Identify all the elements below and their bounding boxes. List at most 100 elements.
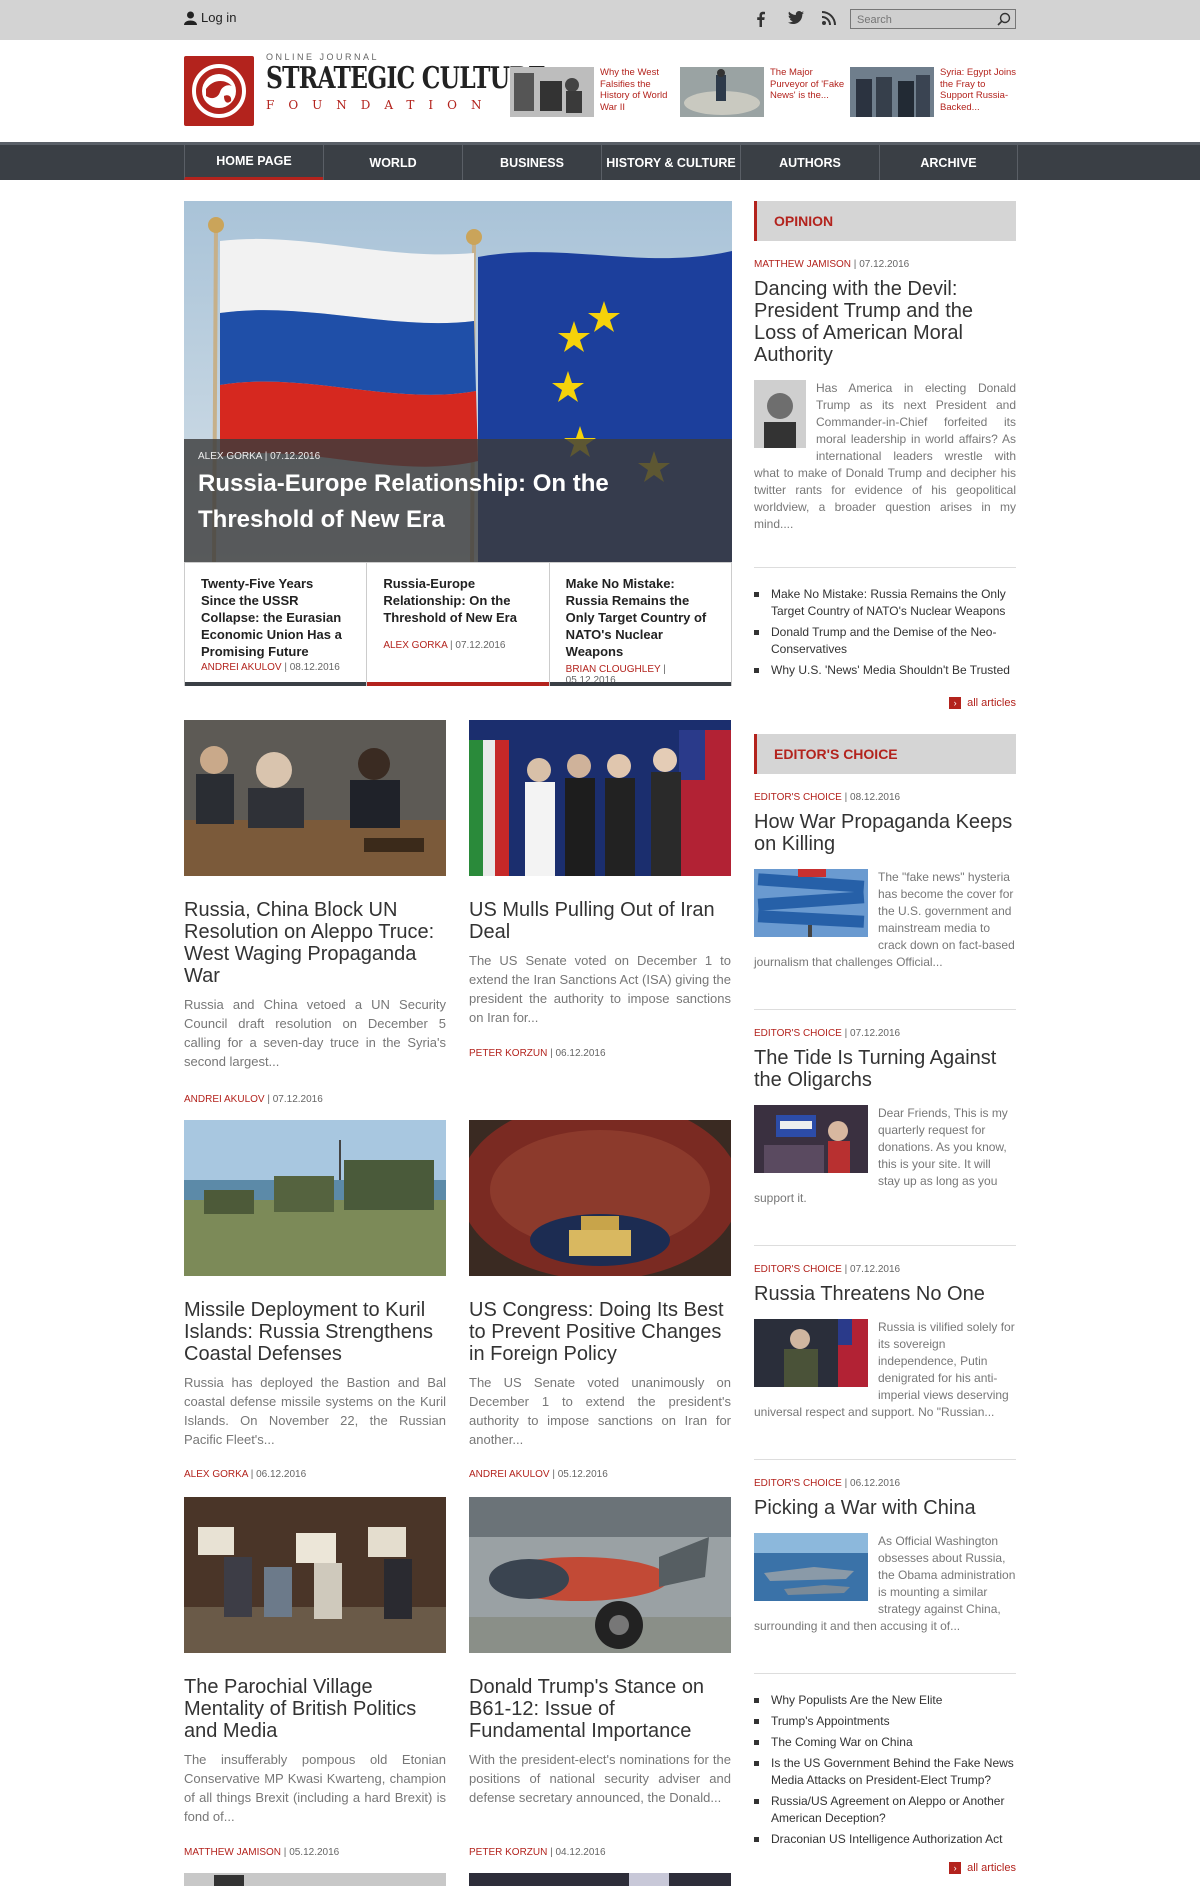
opinion-header[interactable]: OPINION (754, 201, 1016, 241)
editors-choice-header[interactable]: EDITOR'S CHOICE (754, 734, 1016, 774)
promo-title: Syria: Egypt Joins the Fray to Support R… (940, 67, 1017, 113)
editors-item-title[interactable]: The Tide Is Turning Against the Oligarch… (754, 1047, 1016, 1091)
editors-item[interactable]: EDITOR'S CHOICE | 07.12.2016 Russia Thre… (754, 1264, 1016, 1421)
featured-sub-articles: Twenty-Five Years Since the USSR Collaps… (184, 562, 732, 686)
chevron-right-icon: › (949, 1862, 962, 1874)
editors-item[interactable]: EDITOR'S CHOICE | 07.12.2016 The Tide Is… (754, 1028, 1016, 1207)
editors-link[interactable]: The Coming War on China (754, 1734, 1016, 1751)
promo-item[interactable]: The Major Purveyor of 'Fake News' is the… (680, 67, 850, 117)
opinion-author[interactable]: MATTHEW JAMISON (754, 259, 851, 270)
search-input[interactable] (851, 11, 991, 29)
promo-thumbnail (510, 67, 594, 117)
editors-item-title[interactable]: Russia Threatens No One (754, 1283, 1016, 1305)
opinion-date: 07.12.2016 (859, 259, 910, 270)
sub-article-date: 07.12.2016 (455, 640, 506, 651)
opinion-link[interactable]: Why U.S. 'News' Media Shouldn't Be Trust… (754, 662, 1016, 679)
editors-item-meta: EDITOR'S CHOICE | 07.12.2016 (754, 1028, 901, 1039)
article-title[interactable]: US Congress: Doing Its Best to Prevent P… (469, 1299, 731, 1365)
sub-article[interactable]: Twenty-Five Years Since the USSR Collaps… (185, 563, 368, 686)
hero-meta: ALEX GORKA | 07.12.2016 (198, 451, 321, 462)
article-title[interactable]: Russia, China Block UN Resolution on Ale… (184, 899, 446, 987)
editors-link[interactable]: Is the US Government Behind the Fake New… (754, 1755, 1016, 1789)
article-card[interactable]: Donald Trump's Stance on B61-12: Issue o… (469, 1497, 731, 1858)
article-author[interactable]: ANDREI AKULOV (469, 1469, 550, 1480)
login-link[interactable]: Log in (184, 10, 236, 25)
all-articles-label: all articles (967, 697, 1016, 709)
article-meta: ANDREI AKULOV | 07.12.2016 (184, 1094, 323, 1105)
editors-link[interactable]: Russia/US Agreement on Aleppo or Another… (754, 1793, 1016, 1827)
editors-all-articles[interactable]: › all articles (754, 1862, 1016, 1874)
editors-item-image (754, 1105, 868, 1173)
editors-item-date: 07.12.2016 (850, 1028, 901, 1039)
user-icon (184, 11, 197, 25)
editors-item-date: 08.12.2016 (850, 792, 901, 803)
editors-item[interactable]: EDITOR'S CHOICE | 06.12.2016 Picking a W… (754, 1478, 1016, 1635)
article-date: 05.12.2016 (289, 1847, 340, 1858)
facebook-icon[interactable] (756, 11, 766, 27)
sub-article-author[interactable]: ANDREI AKULOV (201, 662, 282, 673)
article-card[interactable]: Russia, China Block UN Resolution on Ale… (184, 720, 446, 1105)
article-title[interactable]: The Parochial Village Mentality of Briti… (184, 1676, 446, 1742)
sub-article-author[interactable]: BRIAN CLOUGHLEY (566, 664, 661, 675)
promo-item[interactable]: Why the West Falsifies the History of Wo… (510, 67, 680, 117)
sub-article-title[interactable]: Twenty-Five Years Since the USSR Collaps… (201, 575, 350, 660)
sub-article-author[interactable]: ALEX GORKA (383, 640, 447, 651)
nav-home[interactable]: HOME PAGE (184, 145, 323, 180)
hero-title[interactable]: Russia-Europe Relationship: On the Thres… (198, 466, 718, 538)
article-author[interactable]: ANDREI AKULOV (184, 1094, 265, 1105)
article-title[interactable]: Donald Trump's Stance on B61-12: Issue o… (469, 1676, 731, 1742)
article-author[interactable]: PETER KORZUN (469, 1048, 547, 1059)
article-title[interactable]: US Mulls Pulling Out of Iran Deal (469, 899, 731, 943)
article-author[interactable]: PETER KORZUN (469, 1847, 547, 1858)
opinion-all-articles[interactable]: › all articles (754, 697, 1016, 709)
hero-article[interactable]: ALEX GORKA | 07.12.2016 Russia-Europe Re… (184, 201, 732, 562)
article-excerpt: Russia and China vetoed a UN Security Co… (184, 997, 446, 1069)
nav-business[interactable]: BUSINESS (462, 145, 601, 180)
editors-item-title[interactable]: Picking a War with China (754, 1497, 1016, 1519)
editors-item-date: 06.12.2016 (850, 1478, 901, 1489)
article-card[interactable]: The Parochial Village Mentality of Briti… (184, 1497, 446, 1858)
article-card[interactable]: US Congress: Doing Its Best to Prevent P… (460, 1100, 740, 1480)
editors-link[interactable]: Why Populists Are the New Elite (754, 1692, 1016, 1709)
search-icon[interactable] (997, 12, 1011, 26)
opinion-title[interactable]: Dancing with the Devil: President Trump … (754, 278, 1016, 366)
article-author[interactable]: MATTHEW JAMISON (184, 1847, 281, 1858)
sub-article[interactable]: Russia-Europe Relationship: On the Thres… (367, 563, 550, 686)
brand-title[interactable]: STRATEGIC CULTURE (266, 62, 546, 96)
article-title[interactable]: Missile Deployment to Kuril Islands: Rus… (184, 1299, 446, 1365)
nav-world[interactable]: WORLD (323, 145, 462, 180)
sub-article-date: 05.12.2016 (565, 675, 616, 686)
article-card[interactable]: Missile Deployment to Kuril Islands: Rus… (184, 1120, 446, 1480)
editors-links: Why Populists Are the New Elite Trump's … (754, 1692, 1016, 1848)
article-meta: PETER KORZUN | 04.12.2016 (469, 1847, 606, 1858)
hero-author[interactable]: ALEX GORKA (198, 451, 262, 462)
nav-archive[interactable]: ARCHIVE (879, 145, 1018, 180)
editors-item-image (754, 1319, 868, 1387)
article-card[interactable]: US Mulls Pulling Out of Iran Deal The US… (469, 720, 731, 1059)
editors-item-image (754, 1533, 868, 1601)
article-author[interactable]: ALEX GORKA (184, 1469, 248, 1480)
rss-icon[interactable] (822, 11, 836, 25)
article-image (469, 720, 731, 876)
editors-item[interactable]: EDITOR'S CHOICE | 08.12.2016 How War Pro… (754, 792, 1016, 971)
nav-history-culture[interactable]: HISTORY & CULTURE (601, 145, 740, 180)
sub-article-title[interactable]: Make No Mistake: Russia Remains the Only… (566, 575, 715, 660)
opinion-links: Make No Mistake: Russia Remains the Only… (754, 586, 1016, 679)
editors-item-title[interactable]: How War Propaganda Keeps on Killing (754, 811, 1016, 855)
opinion-link[interactable]: Donald Trump and the Demise of the Neo-C… (754, 624, 1016, 658)
twitter-icon[interactable] (788, 11, 804, 25)
author-avatar[interactable] (754, 380, 806, 448)
editors-link[interactable]: Trump's Appointments (754, 1713, 1016, 1730)
article-meta: ANDREI AKULOV | 05.12.2016 (469, 1469, 608, 1480)
logo[interactable] (184, 56, 254, 126)
sub-article-title[interactable]: Russia-Europe Relationship: On the Thres… (383, 575, 532, 626)
sub-article-meta: BRIAN CLOUGHLEY | 05.12.2016 (565, 664, 666, 686)
sub-article[interactable]: Make No Mistake: Russia Remains the Only… (549, 563, 732, 686)
nav-authors[interactable]: AUTHORS (740, 145, 879, 180)
article-image-partial (469, 1873, 731, 1886)
divider (754, 1673, 1016, 1674)
article-meta: MATTHEW JAMISON | 05.12.2016 (184, 1847, 340, 1858)
opinion-link[interactable]: Make No Mistake: Russia Remains the Only… (754, 586, 1016, 620)
editors-link[interactable]: Draconian US Intelligence Authorization … (754, 1831, 1016, 1848)
promo-item[interactable]: Syria: Egypt Joins the Fray to Support R… (850, 67, 1020, 117)
